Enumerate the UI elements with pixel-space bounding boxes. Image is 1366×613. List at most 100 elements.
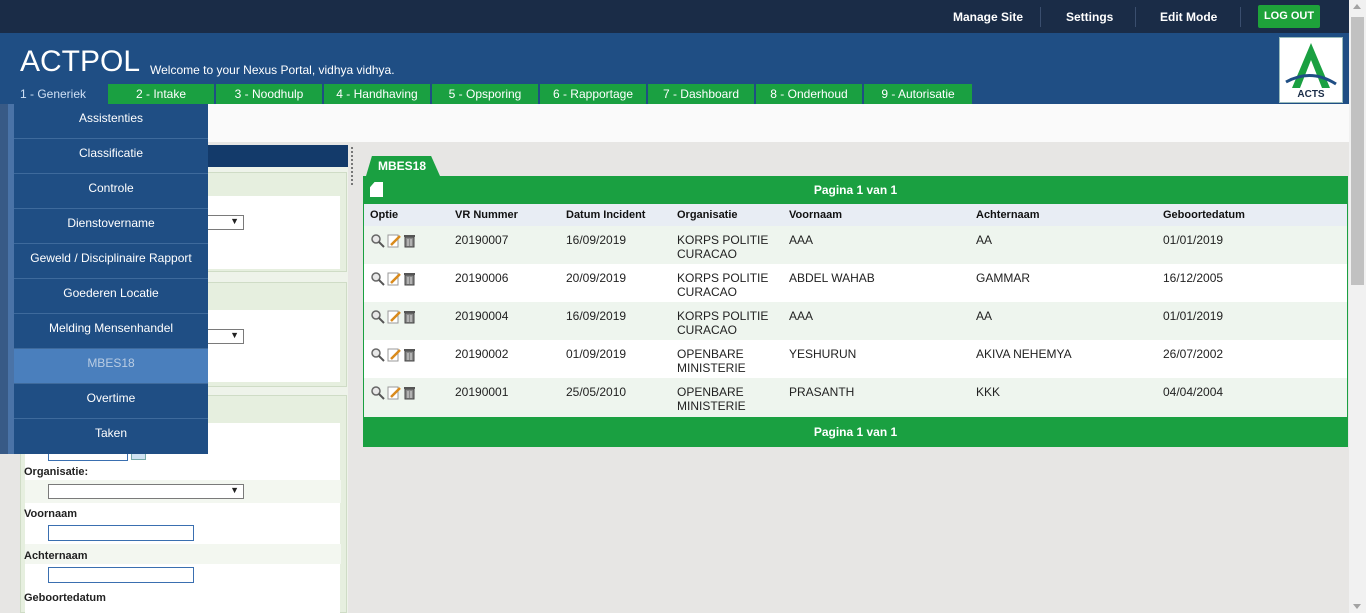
cell-voornaam: YESHURUN: [789, 347, 857, 361]
cell-organisatie-line1: OPENBARE: [677, 385, 744, 399]
geboortedatum-label: Geboortedatum: [24, 592, 106, 604]
page-scrollbar[interactable]: [1349, 0, 1366, 613]
tab-autorisatie[interactable]: 9 - Autorisatie: [864, 84, 972, 104]
col-achternaam[interactable]: Achternaam: [976, 209, 1040, 221]
table-row: 20190001 25/05/2010 OPENBARE MINISTERIE …: [364, 378, 1347, 417]
delete-trash-icon[interactable]: [403, 347, 416, 365]
cell-geboortedatum: 16/12/2005: [1163, 271, 1224, 285]
grid-body: Optie VR Nummer Datum Incident Organisat…: [364, 204, 1347, 417]
cell-vr-nummer: 20190001: [455, 385, 509, 399]
col-voornaam[interactable]: Voornaam: [789, 209, 842, 221]
cell-datum: 25/05/2010: [566, 385, 627, 399]
cell-vr-nummer: 20190007: [455, 233, 509, 247]
tab-intake[interactable]: 2 - Intake: [108, 84, 214, 104]
edit-pencil-icon[interactable]: [387, 233, 401, 251]
app-title: ACTPOL: [20, 45, 141, 78]
view-magnifier-icon[interactable]: [370, 385, 385, 403]
cell-organisatie-line2: MINISTERIE: [677, 361, 746, 375]
scroll-thumb[interactable]: [1351, 17, 1364, 285]
cell-achternaam: AA: [976, 309, 993, 323]
new-record-icon[interactable]: [370, 182, 383, 197]
top-separator: [1240, 7, 1241, 27]
grid-tab-mbes18[interactable]: MBES18: [366, 156, 440, 176]
generiek-dropdown-menu: Assistenties Classificatie Controle Dien…: [0, 104, 208, 454]
col-optie: Optie: [370, 209, 399, 221]
cell-organisatie-line1: KORPS POLITIE: [677, 233, 769, 247]
pager-bottom-text: Pagina 1 van 1: [813, 425, 898, 439]
tab-rapportage[interactable]: 6 - Rapportage: [540, 84, 646, 104]
tab-handhaving[interactable]: 4 - Handhaving: [324, 84, 430, 104]
table-row: 20190006 20/09/2019 KORPS POLITIE CURACA…: [364, 264, 1347, 302]
cell-organisatie-line1: OPENBARE: [677, 347, 744, 361]
edit-mode-link[interactable]: Edit Mode: [1160, 10, 1217, 24]
acts-logo: ACTS: [1279, 37, 1343, 103]
view-magnifier-icon[interactable]: [370, 233, 385, 251]
menu-item-goederen-locatie[interactable]: Goederen Locatie: [14, 279, 208, 314]
menu-item-controle[interactable]: Controle: [14, 174, 208, 209]
cell-voornaam: AAA: [789, 309, 814, 323]
tab-dashboard[interactable]: 7 - Dashboard: [648, 84, 754, 104]
acts-logo-icon: ACTS: [1285, 43, 1337, 100]
edit-pencil-icon[interactable]: [387, 271, 401, 289]
cell-vr-nummer: 20190002: [455, 347, 509, 361]
cell-achternaam: AKIVA NEHEMYA: [976, 347, 1072, 361]
view-magnifier-icon[interactable]: [370, 271, 385, 289]
tab-opsporing[interactable]: 5 - Opsporing: [432, 84, 538, 104]
delete-trash-icon[interactable]: [403, 233, 416, 251]
cell-geboortedatum: 26/07/2002: [1163, 347, 1224, 361]
cell-geboortedatum: 01/01/2019: [1163, 309, 1224, 323]
cell-voornaam: PRASANTH: [789, 385, 855, 399]
menu-item-melding-mensenhandel[interactable]: Melding Mensenhandel: [14, 314, 208, 349]
tab-generiek[interactable]: 1 - Generiek: [0, 84, 106, 104]
grid-header-row: Optie VR Nummer Datum Incident Organisat…: [364, 204, 1347, 226]
voornaam-label: Voornaam: [24, 508, 77, 520]
logo-text: ACTS: [1297, 89, 1325, 100]
cell-achternaam: AA: [976, 233, 993, 247]
pager-top: Pagina 1 van 1: [363, 176, 1348, 204]
menu-item-assistenties[interactable]: Assistenties: [14, 104, 208, 139]
col-vr-nummer[interactable]: VR Nummer: [455, 209, 518, 221]
menu-item-mbes18[interactable]: MBES18: [14, 349, 208, 384]
cell-datum: 16/09/2019: [566, 309, 627, 323]
logout-button[interactable]: LOG OUT: [1258, 5, 1320, 28]
menu-item-overtime[interactable]: Overtime: [14, 384, 208, 419]
menu-item-geweld-disciplinaire-rapport[interactable]: Geweld / Disciplinaire Rapport: [14, 244, 208, 279]
edit-pencil-icon[interactable]: [387, 309, 401, 327]
delete-trash-icon[interactable]: [403, 309, 416, 327]
cell-datum: 16/09/2019: [566, 233, 627, 247]
achternaam-label: Achternaam: [24, 550, 88, 562]
menu-item-taken[interactable]: Taken: [14, 419, 208, 454]
tab-onderhoud[interactable]: 8 - Onderhoud: [756, 84, 862, 104]
col-organisatie[interactable]: Organisatie: [677, 209, 738, 221]
tab-noodhulp[interactable]: 3 - Noodhulp: [216, 84, 322, 104]
cell-organisatie-line1: KORPS POLITIE: [677, 271, 769, 285]
top-separator: [1040, 7, 1041, 27]
cell-achternaam: KKK: [976, 385, 1001, 399]
cell-geboortedatum: 01/01/2019: [1163, 233, 1224, 247]
delete-trash-icon[interactable]: [403, 271, 416, 289]
delete-trash-icon[interactable]: [403, 385, 416, 403]
voornaam-input[interactable]: [48, 525, 194, 541]
welcome-message: Welcome to your Nexus Portal, vidhya vid…: [150, 63, 395, 77]
col-geboortedatum[interactable]: Geboortedatum: [1163, 209, 1245, 221]
menu-item-dienstovername[interactable]: Dienstovername: [14, 209, 208, 244]
edit-pencil-icon[interactable]: [387, 347, 401, 365]
settings-link[interactable]: Settings: [1066, 10, 1113, 24]
achternaam-input[interactable]: [48, 567, 194, 583]
pager-bottom: Pagina 1 van 1: [363, 418, 1348, 446]
col-datum-incident[interactable]: Datum Incident: [566, 209, 645, 221]
top-bar: Manage Site Settings Edit Mode LOG OUT: [0, 0, 1349, 33]
splitter-handle[interactable]: [350, 145, 354, 195]
scroll-up-icon[interactable]: [1353, 4, 1361, 9]
pager-top-text: Pagina 1 van 1: [813, 183, 898, 197]
cell-datum: 01/09/2019: [566, 347, 627, 361]
cell-datum: 20/09/2019: [566, 271, 627, 285]
scroll-down-icon[interactable]: [1353, 604, 1361, 609]
manage-site-link[interactable]: Manage Site: [953, 10, 1023, 24]
organisatie-select[interactable]: [48, 484, 244, 499]
table-row: 20190004 16/09/2019 KORPS POLITIE CURACA…: [364, 302, 1347, 340]
menu-item-classificatie[interactable]: Classificatie: [14, 139, 208, 174]
edit-pencil-icon[interactable]: [387, 385, 401, 403]
view-magnifier-icon[interactable]: [370, 347, 385, 365]
view-magnifier-icon[interactable]: [370, 309, 385, 327]
